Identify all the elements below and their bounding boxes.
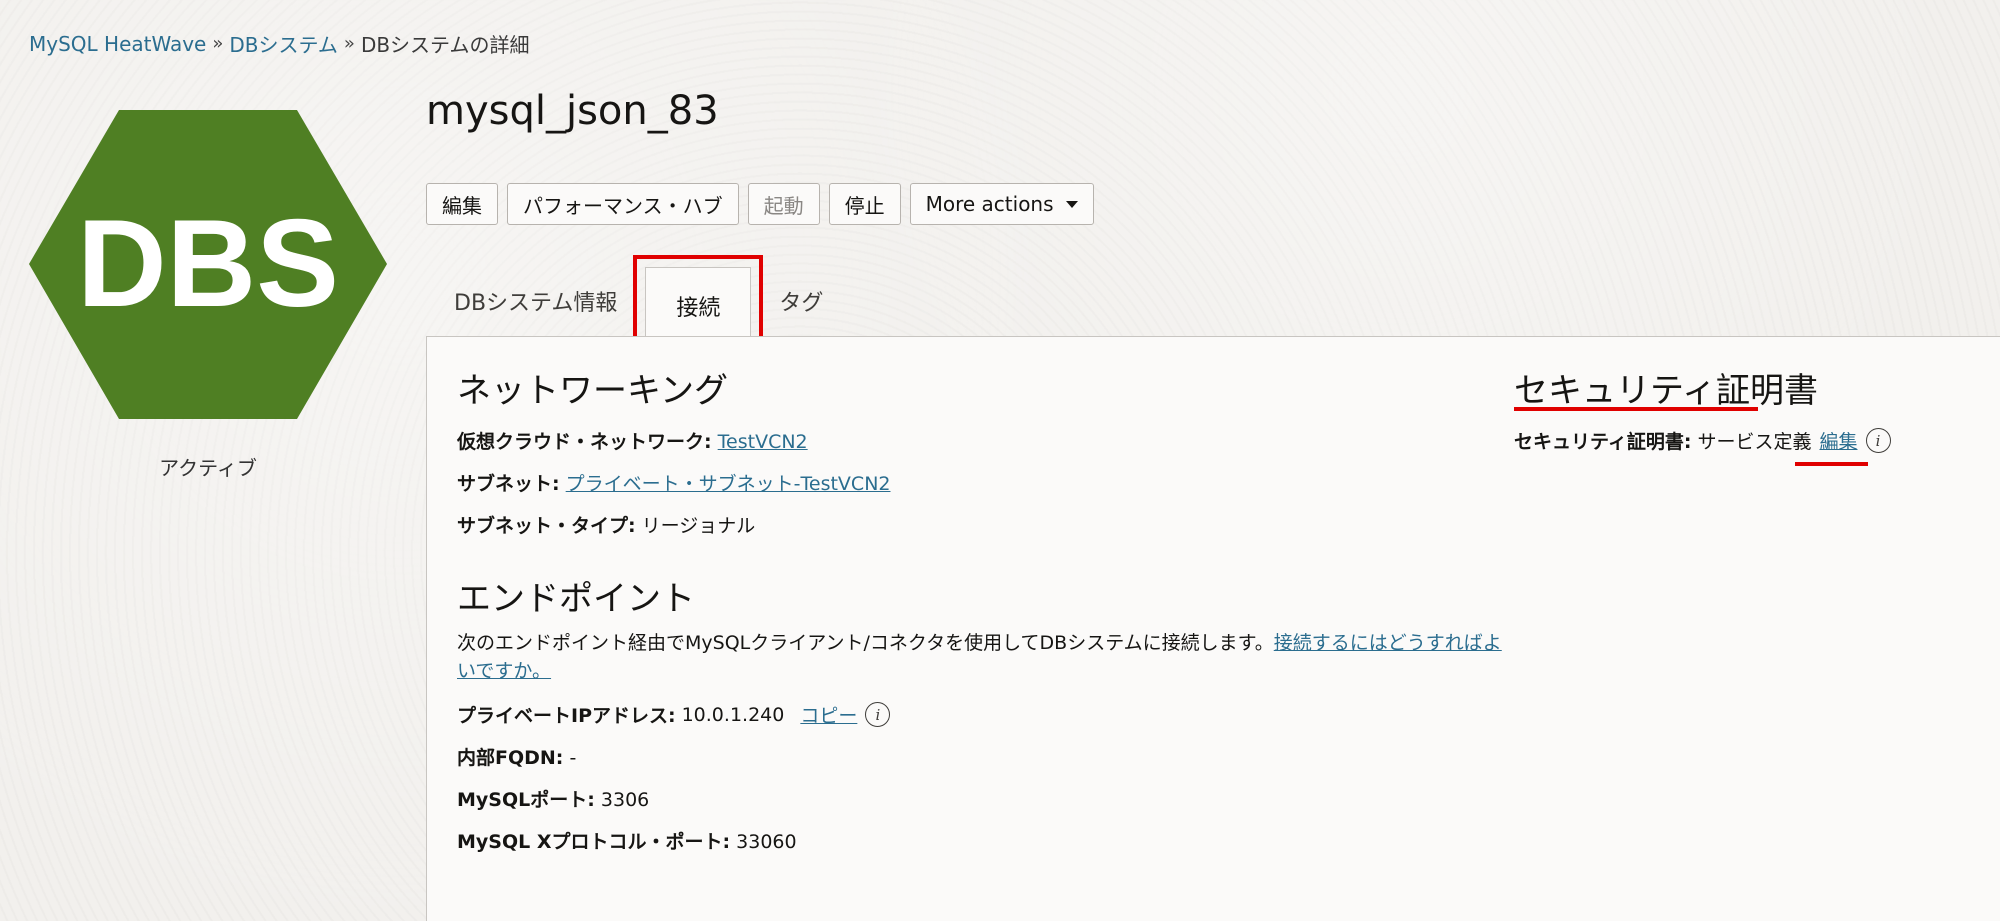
security-certificate-value: サービス定義 (1697, 431, 1812, 453)
mysql-x-port-field: MySQL Xプロトコル・ポート: 33060 (457, 827, 797, 854)
stop-button[interactable]: 停止 (828, 183, 901, 225)
private-ip-label: プライベートIPアドレス: (457, 705, 676, 727)
private-ip-value: 10.0.1.240 (681, 703, 785, 726)
endpoint-title: エンドポイント (457, 579, 695, 619)
breadcrumb-current: DBシステムの詳細 (360, 33, 530, 57)
breadcrumb-db-systems[interactable]: DBシステム (229, 29, 338, 58)
edit-certificate-link[interactable]: 編集 (1795, 427, 1868, 466)
mysql-port-field: MySQLポート: 3306 (457, 785, 649, 812)
connections-panel: ネットワーキング 仮想クラウド・ネットワーク: TestVCN2 サブネット: … (426, 336, 2000, 921)
fqdn-field: 内部FQDN: - (457, 743, 576, 770)
vcn-field: 仮想クラウド・ネットワーク: TestVCN2 (457, 427, 808, 454)
info-icon[interactable]: i (865, 702, 891, 727)
subnet-type-field: サブネット・タイプ: リージョナル (457, 511, 755, 538)
subnet-type-value: リージョナル (641, 515, 756, 537)
more-actions-button[interactable]: More actions (909, 183, 1094, 225)
start-button[interactable]: 起動 (747, 183, 820, 225)
breadcrumb: MySQL HeatWave » DBシステム » DBシステムの詳細 (29, 29, 529, 58)
tab-connections[interactable]: 接続 (633, 255, 764, 350)
mysql-x-port-label: MySQL Xプロトコル・ポート: (457, 831, 731, 853)
performance-hub-button[interactable]: パフォーマンス・ハブ (507, 183, 739, 225)
highlight-underline (1514, 407, 1758, 411)
action-toolbar: 編集 パフォーマンス・ハブ 起動 停止 More actions (426, 183, 1094, 225)
page-title: mysql_json_83 (426, 88, 719, 134)
copy-ip-link[interactable]: コピー (800, 701, 857, 728)
tab-bar: DBシステム情報 接続 タグ (426, 255, 851, 350)
mysql-port-value: 3306 (600, 789, 650, 811)
tab-tags[interactable]: タグ (751, 285, 851, 337)
endpoint-description-text: 次のエンドポイント経由でMySQLクライアント/コネクタを使用してDBシステムに… (457, 632, 1274, 654)
security-certificate-label: セキュリティ証明書: (1514, 431, 1692, 453)
status-label: アクティブ (159, 456, 257, 480)
security-certificate-field: セキュリティ証明書: サービス定義 編集 i (1514, 427, 1891, 466)
breadcrumb-separator: » (212, 33, 224, 54)
subnet-label: サブネット: (457, 473, 560, 495)
breadcrumb-mysql-heatwave[interactable]: MySQL HeatWave (29, 32, 206, 56)
info-icon[interactable]: i (1865, 428, 1891, 453)
private-ip-field: プライベートIPアドレス: 10.0.1.240 コピー i (457, 701, 891, 728)
more-actions-label: More actions (925, 192, 1054, 216)
breadcrumb-separator: » (343, 33, 355, 54)
security-certificate-title: セキュリティ証明書 (1514, 371, 1818, 411)
fqdn-label: 内部FQDN: (457, 747, 564, 769)
subnet-field: サブネット: プライベート・サブネット-TestVCN2 (457, 469, 891, 496)
vcn-label: 仮想クラウド・ネットワーク: (457, 431, 712, 453)
mysql-port-label: MySQLポート: (457, 789, 595, 811)
tab-db-system-info[interactable]: DBシステム情報 (426, 285, 645, 337)
networking-title: ネットワーキング (457, 371, 728, 411)
chevron-down-icon (1065, 200, 1078, 208)
mysql-x-port-value: 33060 (736, 831, 797, 853)
hexagon-graphic: DBS (29, 110, 387, 419)
hexagon-label: DBS (77, 195, 339, 333)
vcn-link[interactable]: TestVCN2 (718, 431, 808, 453)
fqdn-value: - (569, 747, 577, 769)
subnet-link[interactable]: プライベート・サブネット-TestVCN2 (566, 473, 891, 495)
endpoint-description: 次のエンドポイント経由でMySQLクライアント/コネクタを使用してDBシステムに… (457, 629, 1507, 685)
db-system-hexagon-icon: DBS (29, 110, 387, 419)
subnet-type-label: サブネット・タイプ: (457, 515, 636, 537)
edit-button[interactable]: 編集 (426, 183, 498, 225)
